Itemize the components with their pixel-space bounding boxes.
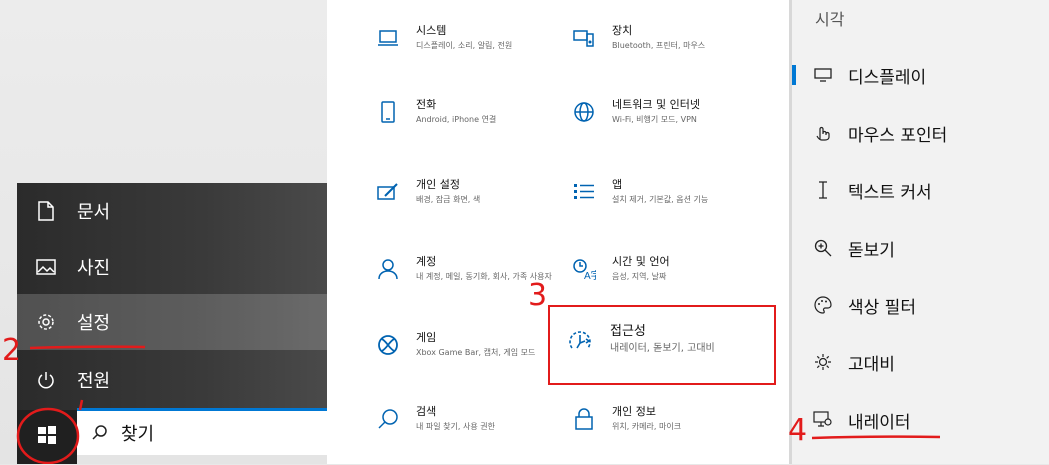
laptop-icon xyxy=(374,24,402,52)
nav-item-label: 돋보기 xyxy=(848,240,895,261)
tile-title: 시스템 xyxy=(416,24,447,37)
start-menu-photos-label: 사진 xyxy=(77,258,111,279)
photo-icon xyxy=(36,257,56,277)
devices-icon xyxy=(570,24,598,52)
pointer-icon xyxy=(812,122,834,144)
personalization-icon xyxy=(374,178,402,206)
nav-item-label: 마우스 포인터 xyxy=(848,125,948,146)
start-menu-photos[interactable]: 사진 xyxy=(17,239,327,295)
accessibility-nav: 시각 디스플레이 마우스 포인터 텍스트 커서 돋보기 색상 필터 고대비 내레… xyxy=(789,0,1049,464)
start-menu-documents[interactable]: 문서 xyxy=(17,183,327,239)
tile-subtitle: 디스플레이, 소리, 알림, 전원 xyxy=(416,41,513,50)
settings-home-panel: 시스템디스플레이, 소리, 알림, 전원 장치 Bluetooth, 프린터, 마… xyxy=(327,0,789,464)
magnifier-icon xyxy=(812,237,834,259)
windows-logo-icon xyxy=(37,425,57,449)
start-button[interactable] xyxy=(17,410,77,464)
tile-subtitle: Wi-Fi, 비행기 모드, VPN xyxy=(612,115,697,124)
nav-item-mouse-pointer[interactable]: 마우스 포인터 xyxy=(792,113,1049,153)
xbox-icon xyxy=(374,331,402,359)
apps-icon xyxy=(570,178,598,206)
nav-item-narrator[interactable]: 내레이터 xyxy=(792,400,1049,440)
highlight-accessibility-box xyxy=(548,305,776,385)
nav-item-text-cursor[interactable]: 텍스트 커서 xyxy=(792,170,1049,210)
tile-title: 네트워크 및 인터넷 xyxy=(612,98,700,111)
lock-icon xyxy=(570,405,598,433)
settings-tile-privacy[interactable]: 개인 정보위치, 카메라, 마이크 xyxy=(570,405,766,465)
settings-tile-personalization[interactable]: 개인 설정배경, 잠금 화면, 색 xyxy=(374,178,570,238)
tile-subtitle: Xbox Game Bar, 캡처, 게임 모드 xyxy=(416,348,536,357)
gear-icon xyxy=(36,312,56,332)
tile-subtitle: 음성, 지역, 날짜 xyxy=(612,272,667,281)
tile-subtitle: Bluetooth, 프린터, 마우스 xyxy=(612,41,706,50)
person-icon xyxy=(374,255,402,283)
start-menu: 문서 사진 설정 전원 xyxy=(17,183,327,410)
tile-subtitle: Android, iPhone 연결 xyxy=(416,115,497,124)
tile-title: 개인 설정 xyxy=(416,178,460,191)
settings-tile-gaming[interactable]: 게임 Xbox Game Bar, 캡처, 게임 모드 xyxy=(374,331,570,391)
tile-title: 검색 xyxy=(416,405,437,418)
tile-title: 게임 xyxy=(416,331,437,344)
settings-tile-apps[interactable]: 앱설치 제거, 기본값, 옵션 기능 xyxy=(570,178,766,238)
settings-tile-search[interactable]: 검색내 파일 찾기, 사용 권한 xyxy=(374,405,570,465)
nav-item-label: 고대비 xyxy=(848,354,895,375)
tile-subtitle: 설치 제거, 기본값, 옵션 기능 xyxy=(612,195,709,204)
nav-item-label: 텍스트 커서 xyxy=(848,182,932,203)
phone-icon xyxy=(374,98,402,126)
tile-title: 앱 xyxy=(612,178,623,191)
start-menu-documents-label: 문서 xyxy=(77,202,111,223)
search-box-label: 찾기 xyxy=(121,424,155,445)
settings-tile-devices[interactable]: 장치 Bluetooth, 프린터, 마우스 xyxy=(570,24,766,84)
taskbar-search-box[interactable]: 찾기 xyxy=(77,411,327,455)
settings-tile-network[interactable]: 네트워크 및 인터넷 Wi-Fi, 비행기 모드, VPN xyxy=(570,98,766,158)
nav-item-color-filters[interactable]: 색상 필터 xyxy=(792,285,1049,325)
tile-title: 장치 xyxy=(612,24,633,37)
nav-item-high-contrast[interactable]: 고대비 xyxy=(792,342,1049,382)
tile-title: 시간 및 언어 xyxy=(612,255,670,268)
tile-subtitle: 내 파일 찾기, 사용 권한 xyxy=(416,422,495,431)
monitor-icon xyxy=(812,64,834,86)
nav-item-display[interactable]: 디스플레이 xyxy=(792,55,1049,95)
tile-subtitle: 위치, 카메라, 마이크 xyxy=(612,422,682,431)
tile-subtitle: 내 계정, 메일, 동기화, 회사, 가족 사용자 xyxy=(416,272,552,281)
svg-text:A字: A字 xyxy=(584,269,596,280)
nav-item-magnifier[interactable]: 돋보기 xyxy=(792,228,1049,268)
time-language-icon: A字 xyxy=(570,255,598,283)
nav-item-label: 내레이터 xyxy=(848,412,911,433)
sun-icon xyxy=(812,351,834,373)
search-icon xyxy=(91,424,109,442)
settings-tile-phone[interactable]: 전화 Android, iPhone 연결 xyxy=(374,98,570,158)
start-menu-power[interactable]: 전원 xyxy=(17,352,327,408)
start-menu-settings-label: 설정 xyxy=(77,313,111,334)
nav-item-label: 색상 필터 xyxy=(848,297,916,318)
tile-title: 개인 정보 xyxy=(612,405,656,418)
start-menu-power-label: 전원 xyxy=(77,371,111,392)
section-title-vision: 시각 xyxy=(815,10,845,29)
selected-indicator xyxy=(792,65,796,85)
settings-tile-accounts[interactable]: 계정내 계정, 메일, 동기화, 회사, 가족 사용자 xyxy=(374,255,570,315)
tile-title: 전화 xyxy=(416,98,437,111)
globe-icon xyxy=(570,98,598,126)
text-cursor-icon xyxy=(812,179,834,201)
document-icon xyxy=(36,201,56,221)
settings-tile-system[interactable]: 시스템디스플레이, 소리, 알림, 전원 xyxy=(374,24,570,84)
power-icon xyxy=(36,370,56,390)
narrator-icon xyxy=(812,409,834,431)
palette-icon xyxy=(812,294,834,316)
search-icon xyxy=(374,405,402,433)
start-menu-settings[interactable]: 설정 xyxy=(17,294,327,350)
tile-title: 계정 xyxy=(416,255,437,268)
nav-item-label: 디스플레이 xyxy=(848,67,927,88)
tile-subtitle: 배경, 잠금 화면, 색 xyxy=(416,195,481,204)
